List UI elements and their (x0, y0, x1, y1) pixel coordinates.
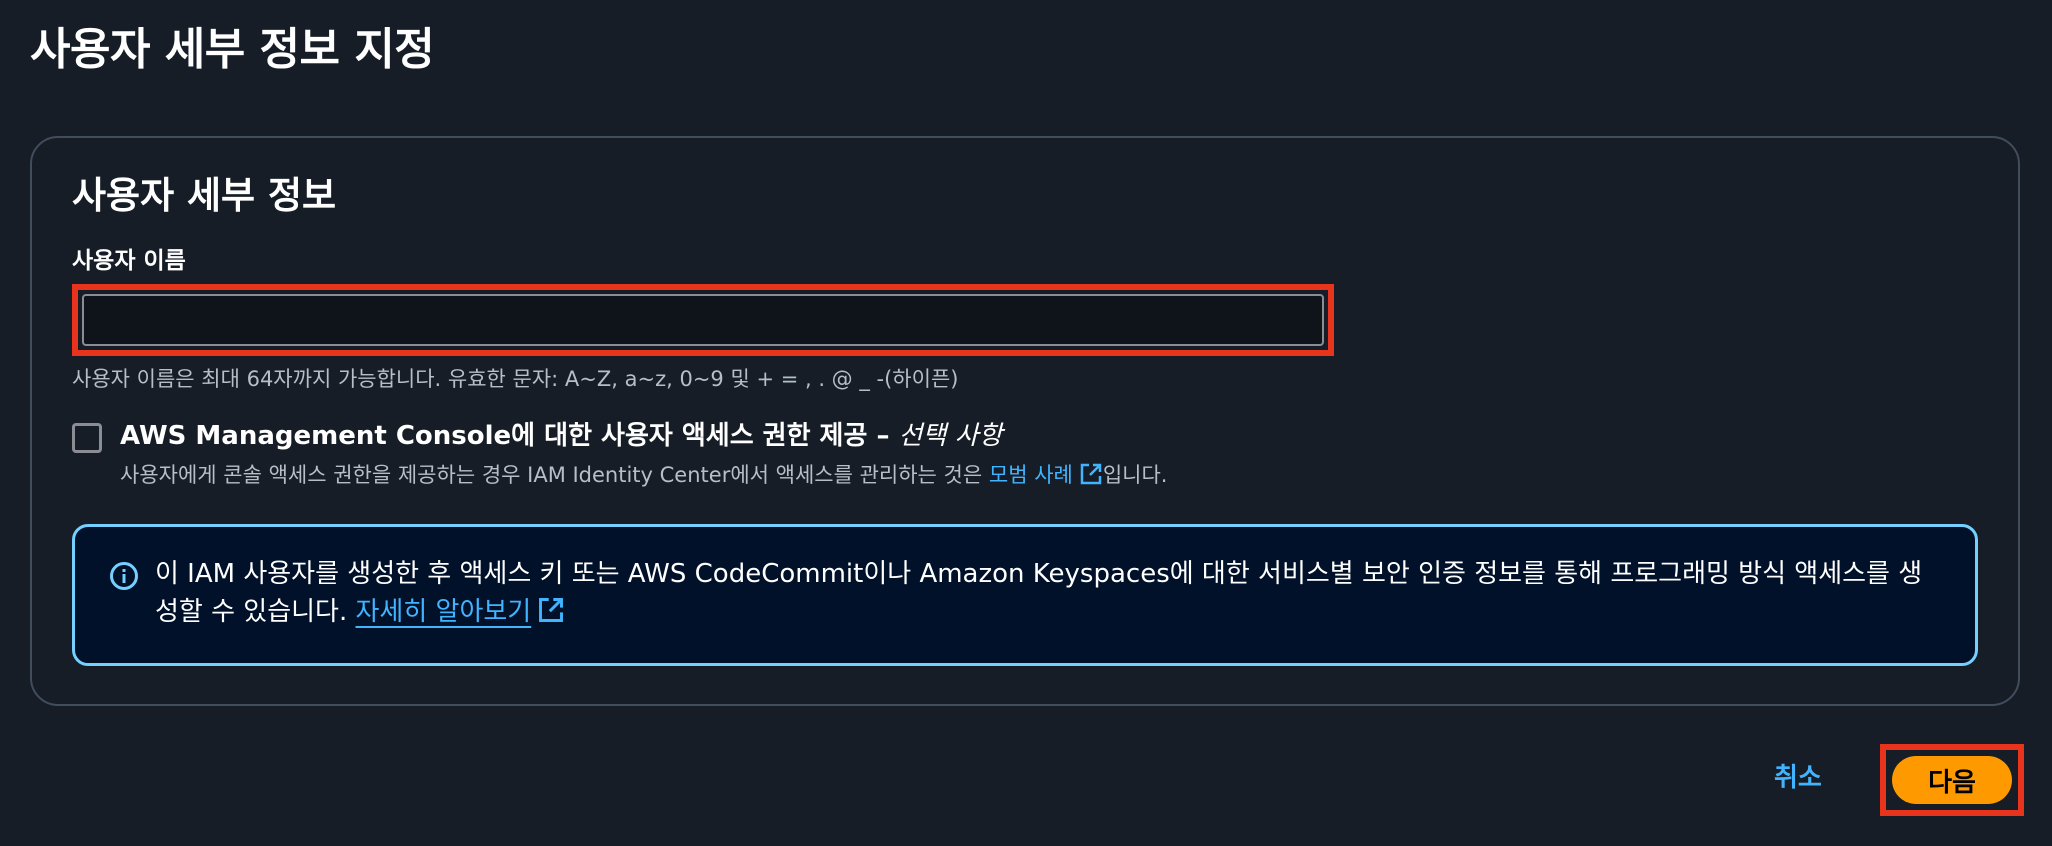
external-link-icon (1080, 463, 1102, 485)
console-access-label-text: AWS Management Console에 대한 사용자 액세스 권한 제공… (120, 421, 899, 451)
username-hint: 사용자 이름은 최대 64자까지 가능합니다. 유효한 문자: A~Z, a~z… (72, 367, 959, 391)
page-title: 사용자 세부 정보 지정 (30, 24, 435, 75)
best-practice-link-text: 모범 사례 (988, 463, 1073, 487)
console-access-description: 사용자에게 콘솔 액세스 권한을 제공하는 경우 IAM Identity Ce… (120, 460, 1167, 490)
user-details-panel: 사용자 세부 정보 사용자 이름 사용자 이름은 최대 64자까지 가능합니다.… (30, 136, 2020, 706)
external-link-icon (539, 598, 564, 622)
info-text: 이 IAM 사용자를 생성한 후 액세스 키 또는 AWS CodeCommit… (155, 555, 1945, 631)
learn-more-link[interactable]: 자세히 알아보기 (356, 597, 532, 627)
info-alert: 이 IAM 사용자를 생성한 후 액세스 키 또는 AWS CodeCommit… (72, 524, 1978, 666)
console-access-description-text: 사용자에게 콘솔 액세스 권한을 제공하는 경우 IAM Identity Ce… (120, 463, 989, 487)
username-input-highlight (72, 284, 1334, 356)
console-access-checkbox[interactable] (72, 423, 102, 453)
username-input[interactable] (82, 294, 1324, 346)
console-access-description-suffix: 입니다. (1102, 463, 1168, 487)
next-button-highlight: 다음 (1880, 744, 2024, 816)
optional-label: 선택 사항 (898, 421, 1003, 451)
best-practice-link[interactable]: 모범 사례 (989, 463, 1103, 487)
cancel-button[interactable]: 취소 (1774, 760, 1822, 796)
section-title: 사용자 세부 정보 (72, 174, 337, 217)
next-button[interactable]: 다음 (1892, 756, 2012, 804)
info-icon (110, 562, 138, 590)
learn-more-link-text: 자세히 알아보기 (355, 597, 532, 627)
console-access-label[interactable]: AWS Management Console에 대한 사용자 액세스 권한 제공… (120, 418, 1002, 454)
username-label: 사용자 이름 (72, 248, 186, 274)
